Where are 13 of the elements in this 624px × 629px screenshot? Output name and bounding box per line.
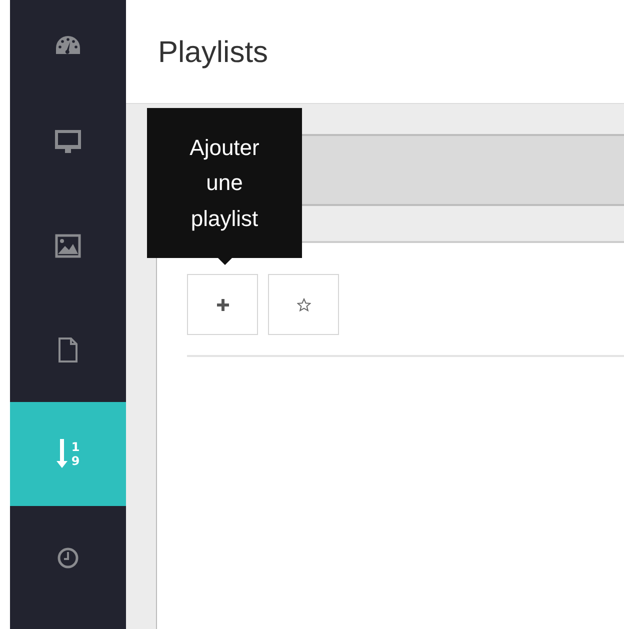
file-icon [58, 337, 78, 363]
tooltip-text: Ajouter une playlist [188, 134, 260, 233]
down-arrow-icon [56, 439, 68, 469]
plus-icon [216, 298, 228, 310]
star-icon [296, 298, 310, 312]
image-icon [55, 234, 81, 258]
monitor-icon [55, 130, 81, 154]
sort-digit: 9 [71, 454, 80, 468]
clock-icon [57, 547, 79, 569]
sort-digit: 1 [71, 440, 80, 454]
gauge-icon [56, 36, 80, 54]
sidebar-item[interactable]: 1 9 [10, 402, 126, 506]
page-title: Playlists [157, 35, 270, 70]
